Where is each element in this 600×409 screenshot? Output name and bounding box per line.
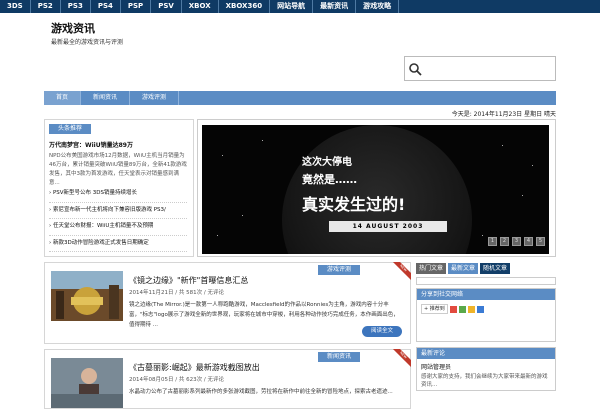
headline-text: NPD公布美国游戏市场12月数据，WiiU主机当月销量为46万台，累计销量突破W… [49, 153, 187, 186]
headline-list: › PSV新型号公布 3DS销量持续增长 › 索尼宣布新一代主机将向下兼容旧版游… [49, 186, 187, 252]
slide-line-2: 竟然是…… [302, 173, 357, 186]
nav-game-guides[interactable]: 游戏攻略 [356, 0, 400, 13]
subnav-news[interactable]: 新闻资讯 [81, 91, 131, 105]
post-excerpt: 镜之边缘(The Mirror.)是一款第一人称跑酷游戏，Macclesfiel… [129, 302, 399, 328]
read-more-button[interactable]: 阅读全文 [362, 326, 402, 337]
slide-line-1: 这次大停电 [302, 157, 352, 168]
nav-psv[interactable]: PSV [151, 0, 182, 13]
date-line: 今天是: 2014年11月23日 星期日 晴天 [451, 111, 556, 118]
slider-dot[interactable]: 4 [524, 237, 533, 246]
slide-image[interactable]: 这次大停电 竟然是…… 真实发生过的! 14 AUGUST 2003 [202, 125, 549, 254]
tab-random[interactable]: 随机文章 [480, 263, 511, 274]
share-box: 分享到社交网络 + 推荐到 [416, 288, 556, 342]
weibo-icon[interactable] [449, 305, 457, 313]
comment-author[interactable]: 网站管理员 [417, 359, 555, 371]
post-title[interactable]: 《古墓丽影:崛起》最新游戏截图放出 [129, 362, 260, 373]
slider-dot[interactable]: 2 [500, 237, 509, 246]
headline-tag: 头条推荐 [49, 124, 92, 134]
nav-ps2[interactable]: PS2 [31, 0, 61, 13]
slide-line-3: 真实发生过的! [302, 195, 406, 214]
wechat-icon[interactable] [458, 305, 466, 313]
site-title[interactable]: 游戏资讯 [51, 20, 95, 36]
post-meta: 2014年11月21日 / 共 581次 / 无评论 [129, 290, 224, 296]
nav-site-guide[interactable]: 网站导航 [270, 0, 314, 13]
nav-xbox[interactable]: XBOX [182, 0, 219, 13]
latest-comments-title: 最新评论 [417, 348, 555, 359]
subnav-home[interactable]: 首页 [44, 91, 82, 105]
post-meta: 2014年08月05日 / 共 623次 / 无评论 [129, 377, 224, 383]
list-item[interactable]: › 索尼宣布新一代主机将向下兼容旧版游戏 PS3/ [49, 203, 187, 219]
post-card: NEW 新闻资讯 《古墓丽影:崛起》最新游戏截图放出 2014年08月05日 /… [44, 349, 411, 409]
search-icon[interactable] [408, 62, 422, 76]
list-item[interactable]: › PSV新型号公布 3DS销量持续增长 [49, 186, 187, 203]
search-input[interactable] [404, 56, 556, 81]
site-description: 最新最全的游戏资讯与评测 [51, 39, 124, 46]
renren-icon[interactable] [476, 305, 484, 313]
tab-latest[interactable]: 最新文章 [448, 263, 479, 274]
slide-date: 14 AUGUST 2003 [329, 221, 447, 232]
tab-popular[interactable]: 热门文章 [416, 263, 447, 274]
comments-box: 最新评论 网站管理员 感谢大家的支持，我们会继续为大家带来最新的游戏资讯... [416, 347, 556, 391]
post-card: NEW 游戏评测 《镜之边缘》"新作"首曝信息汇总 2014年11月21日 / … [44, 262, 411, 344]
tab-content [416, 277, 556, 285]
subnav-reviews[interactable]: 游戏评测 [130, 91, 180, 105]
share-title: 分享到社交网络 [417, 289, 555, 300]
post-tag[interactable]: 新闻资讯 [317, 352, 360, 362]
headline-box: 头条推荐 万代南梦宫：WiiU销量达89万 NPD公布美国游戏市场12月数据，W… [44, 119, 194, 257]
top-nav: 3DS PS2 PS3 PS4 PSP PSV XBOX XBOX360 网站导… [0, 0, 600, 13]
headline-title[interactable]: 万代南梦宫：WiiU销量达89万 [49, 140, 133, 149]
post-excerpt: 水晶动力公布了古墓丽影系列最新作的多张游戏截图，劳拉将在新作中前往全新的冒险地点… [129, 389, 393, 395]
nav-latest-news[interactable]: 最新资讯 [313, 0, 357, 13]
image-slider[interactable]: 这次大停电 竟然是…… 真实发生过的! 14 AUGUST 2003 1 2 3… [197, 119, 556, 257]
slider-dot[interactable]: 3 [512, 237, 521, 246]
sidebar-tabs: 热门文章 最新文章 随机文章 [416, 263, 511, 274]
post-tag[interactable]: 游戏评测 [317, 265, 360, 275]
post-thumbnail[interactable] [51, 358, 123, 408]
slider-pagination: 1 2 3 4 5 [488, 237, 545, 246]
sub-nav: 首页 新闻资讯 游戏评测 [44, 91, 556, 105]
list-item[interactable]: › 任天堂公布财报：WiiU主机销量不及预期 [49, 219, 187, 236]
qzone-icon[interactable] [467, 305, 475, 313]
new-ribbon: NEW [389, 349, 411, 371]
slider-dot[interactable]: 5 [536, 237, 545, 246]
nav-xbox360[interactable]: XBOX360 [219, 0, 271, 13]
share-button[interactable]: + 推荐到 [421, 304, 448, 314]
nav-3ds[interactable]: 3DS [0, 0, 31, 13]
new-ribbon: NEW [389, 262, 411, 284]
nav-psp[interactable]: PSP [121, 0, 152, 13]
list-item[interactable]: › 新款3D动作冒险游戏正式发售日期确定 [49, 236, 187, 252]
post-thumbnail[interactable] [51, 271, 123, 321]
share-buttons: + 推荐到 [417, 300, 555, 318]
nav-ps4[interactable]: PS4 [91, 0, 121, 13]
globe-image [282, 125, 472, 254]
comment-text: 感谢大家的支持，我们会继续为大家带来最新的游戏资讯... [421, 374, 548, 388]
slider-dot[interactable]: 1 [488, 237, 497, 246]
nav-ps3[interactable]: PS3 [61, 0, 91, 13]
post-title[interactable]: 《镜之边缘》"新作"首曝信息汇总 [129, 275, 248, 286]
